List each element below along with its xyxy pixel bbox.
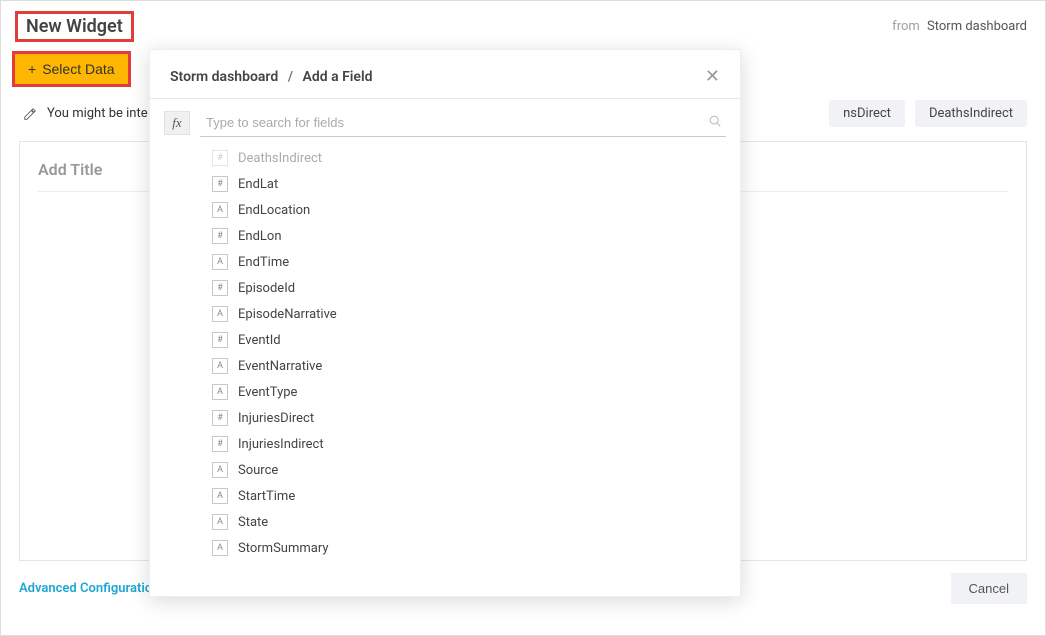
field-label: EventId (238, 333, 281, 348)
field-item[interactable]: A EndLocation (150, 197, 740, 223)
field-label: DeathsIndirect (238, 151, 322, 166)
field-label: State (238, 515, 268, 530)
field-item[interactable]: A EventType (150, 379, 740, 405)
select-data-label: Select Data (42, 61, 114, 77)
formula-button[interactable]: fx (164, 111, 190, 135)
source-label: from Storm dashboard (892, 19, 1027, 34)
from-prefix: from (892, 19, 920, 34)
advanced-configuration-link[interactable]: Advanced Configuration (19, 581, 159, 596)
field-item[interactable]: # EventId (150, 327, 740, 353)
field-item[interactable]: A StartTime (150, 483, 740, 509)
field-item[interactable]: # EndLon (150, 223, 740, 249)
field-label: EndLat (238, 177, 278, 192)
numeric-type-icon: # (212, 150, 228, 166)
field-label: StartTime (238, 489, 295, 504)
text-type-icon: A (212, 306, 228, 322)
field-item[interactable]: # InjuriesDirect (150, 405, 740, 431)
field-item[interactable]: A EventNarrative (150, 353, 740, 379)
field-label: Source (238, 463, 278, 478)
field-label: EndLocation (238, 203, 310, 218)
field-label: InjuriesDirect (238, 411, 314, 426)
page-title-highlight: New Widget (15, 11, 134, 42)
field-item[interactable]: # DeathsIndirect (150, 145, 740, 171)
breadcrumb-root[interactable]: Storm dashboard (170, 69, 278, 85)
select-data-button[interactable]: + Select Data (15, 54, 128, 84)
modal-breadcrumb: Storm dashboard / Add a Field (170, 69, 372, 85)
numeric-type-icon: # (212, 228, 228, 244)
text-type-icon: A (212, 254, 228, 270)
text-type-icon: A (212, 384, 228, 400)
cancel-button[interactable]: Cancel (951, 573, 1027, 604)
text-type-icon: A (212, 488, 228, 504)
suggestion-chip-deathsindirect[interactable]: DeathsIndirect (915, 100, 1027, 127)
text-type-icon: A (212, 358, 228, 374)
field-label: EndTime (238, 255, 289, 270)
field-item[interactable]: # InjuriesIndirect (150, 431, 740, 457)
field-list: # DeathsIndirect # EndLat A EndLocation # EndLo… (150, 143, 740, 569)
breadcrumb-current: Add a Field (303, 69, 373, 85)
field-label: EventNarrative (238, 359, 322, 374)
numeric-type-icon: # (212, 332, 228, 348)
search-icon (708, 114, 722, 132)
plus-icon: + (28, 61, 36, 77)
text-type-icon: A (212, 202, 228, 218)
numeric-type-icon: # (212, 280, 228, 296)
breadcrumb-separator: / (288, 69, 293, 85)
field-item[interactable]: A StormSummary (150, 535, 740, 561)
field-label: StormSummary (238, 541, 329, 556)
field-item[interactable]: A EpisodeNarrative (150, 301, 740, 327)
suggest-prompt: You might be inte (47, 106, 148, 121)
close-icon[interactable]: ✕ (705, 68, 720, 86)
text-type-icon: A (212, 540, 228, 556)
page-title: New Widget (26, 16, 123, 37)
field-label: EpisodeNarrative (238, 307, 337, 322)
field-label: EventType (238, 385, 297, 400)
text-type-icon: A (212, 462, 228, 478)
numeric-type-icon: # (212, 176, 228, 192)
field-label: EndLon (238, 229, 282, 244)
field-item[interactable]: A State (150, 509, 740, 535)
suggestion-chip-partial[interactable]: nsDirect (829, 100, 905, 127)
field-item[interactable]: A EndTime (150, 249, 740, 275)
field-item[interactable]: # EpisodeId (150, 275, 740, 301)
field-search-input[interactable] (204, 111, 708, 134)
field-label: InjuriesIndirect (238, 437, 324, 452)
numeric-type-icon: # (212, 436, 228, 452)
field-label: EpisodeId (238, 281, 295, 296)
field-item[interactable]: A Source (150, 457, 740, 483)
from-dashboard: Storm dashboard (927, 19, 1027, 34)
text-type-icon: A (212, 514, 228, 530)
field-item[interactable]: # EndLat (150, 171, 740, 197)
numeric-type-icon: # (212, 410, 228, 426)
pencil-icon (23, 107, 37, 121)
add-field-modal: Storm dashboard / Add a Field ✕ fx # Deat… (149, 49, 741, 597)
search-wrapper (200, 109, 726, 137)
